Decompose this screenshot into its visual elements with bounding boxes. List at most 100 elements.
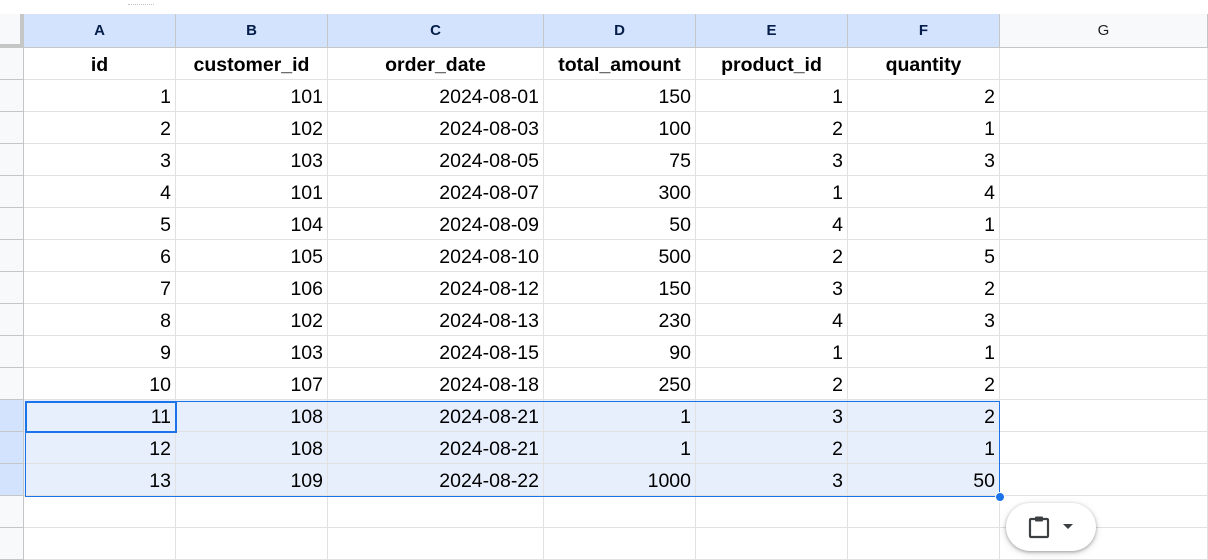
row-header-12[interactable] bbox=[0, 400, 24, 432]
cell[interactable]: 1000 bbox=[544, 464, 696, 496]
cell[interactable]: 3 bbox=[848, 304, 1000, 336]
row-header-9[interactable] bbox=[0, 304, 24, 336]
cell[interactable]: 1 bbox=[848, 336, 1000, 368]
fill-handle[interactable] bbox=[995, 492, 1005, 502]
cell[interactable]: 108 bbox=[176, 400, 328, 432]
cell[interactable]: 2024-08-05 bbox=[328, 144, 544, 176]
cell[interactable]: 102 bbox=[176, 112, 328, 144]
cell[interactable]: 3 bbox=[696, 400, 848, 432]
cell[interactable]: 1 bbox=[544, 432, 696, 464]
cell[interactable]: 230 bbox=[544, 304, 696, 336]
empty-cell[interactable] bbox=[1000, 368, 1208, 400]
cell[interactable]: 2 bbox=[24, 112, 176, 144]
cell[interactable]: 1 bbox=[544, 400, 696, 432]
cell[interactable]: 12 bbox=[24, 432, 176, 464]
empty-cell[interactable] bbox=[696, 528, 848, 560]
cell[interactable]: 109 bbox=[176, 464, 328, 496]
cell[interactable]: 1 bbox=[848, 432, 1000, 464]
column-header-a[interactable]: A bbox=[24, 14, 176, 48]
cell[interactable]: 1 bbox=[696, 176, 848, 208]
row-header-2[interactable] bbox=[0, 80, 24, 112]
cell[interactable]: 4 bbox=[848, 176, 1000, 208]
cell[interactable]: 2024-08-21 bbox=[328, 432, 544, 464]
column-header-c[interactable]: C bbox=[328, 14, 544, 48]
empty-cell[interactable] bbox=[848, 528, 1000, 560]
paste-options-button[interactable] bbox=[1006, 503, 1096, 551]
empty-cell[interactable] bbox=[176, 528, 328, 560]
cell[interactable]: 100 bbox=[544, 112, 696, 144]
cell[interactable]: 2024-08-10 bbox=[328, 240, 544, 272]
cell[interactable]: 9 bbox=[24, 336, 176, 368]
empty-cell[interactable] bbox=[1000, 464, 1208, 496]
cell[interactable]: 50 bbox=[848, 464, 1000, 496]
cell[interactable]: total_amount bbox=[544, 48, 696, 80]
cell[interactable]: 1 bbox=[696, 336, 848, 368]
row-header-10[interactable] bbox=[0, 336, 24, 368]
cell[interactable]: 1 bbox=[848, 112, 1000, 144]
empty-cell[interactable] bbox=[1000, 336, 1208, 368]
cell[interactable]: 2 bbox=[848, 272, 1000, 304]
cell[interactable]: 2024-08-03 bbox=[328, 112, 544, 144]
cell[interactable]: 500 bbox=[544, 240, 696, 272]
column-header-e[interactable]: E bbox=[696, 14, 848, 48]
empty-cell[interactable] bbox=[544, 528, 696, 560]
cell[interactable]: 2024-08-07 bbox=[328, 176, 544, 208]
empty-cell[interactable] bbox=[848, 496, 1000, 528]
cell[interactable]: 5 bbox=[848, 240, 1000, 272]
cell[interactable]: 2 bbox=[696, 432, 848, 464]
empty-cell[interactable] bbox=[1000, 176, 1208, 208]
cell[interactable]: 2024-08-15 bbox=[328, 336, 544, 368]
cell[interactable]: 3 bbox=[848, 144, 1000, 176]
cell[interactable]: 103 bbox=[176, 144, 328, 176]
cell[interactable]: 104 bbox=[176, 208, 328, 240]
cell[interactable]: 250 bbox=[544, 368, 696, 400]
row-header-15[interactable] bbox=[0, 496, 24, 528]
cell[interactable]: 300 bbox=[544, 176, 696, 208]
column-header-g[interactable]: G bbox=[1000, 14, 1208, 48]
row-header-4[interactable] bbox=[0, 144, 24, 176]
empty-cell[interactable] bbox=[544, 496, 696, 528]
cell[interactable]: 6 bbox=[24, 240, 176, 272]
column-header-d[interactable]: D bbox=[544, 14, 696, 48]
cell[interactable]: 7 bbox=[24, 272, 176, 304]
empty-cell[interactable] bbox=[1000, 48, 1208, 80]
empty-cell[interactable] bbox=[1000, 112, 1208, 144]
row-header-3[interactable] bbox=[0, 112, 24, 144]
cell[interactable]: 3 bbox=[24, 144, 176, 176]
empty-cell[interactable] bbox=[1000, 80, 1208, 112]
cell[interactable]: 4 bbox=[24, 176, 176, 208]
cell[interactable]: 2 bbox=[848, 368, 1000, 400]
cell[interactable]: 2024-08-09 bbox=[328, 208, 544, 240]
cell[interactable]: order_date bbox=[328, 48, 544, 80]
cell[interactable]: 150 bbox=[544, 80, 696, 112]
cell[interactable]: 1 bbox=[696, 80, 848, 112]
cell[interactable]: 2024-08-18 bbox=[328, 368, 544, 400]
empty-cell[interactable] bbox=[1000, 144, 1208, 176]
cell[interactable]: 1 bbox=[848, 208, 1000, 240]
empty-cell[interactable] bbox=[328, 528, 544, 560]
cell[interactable]: customer_id bbox=[176, 48, 328, 80]
cell[interactable]: 75 bbox=[544, 144, 696, 176]
cell[interactable]: 2 bbox=[696, 240, 848, 272]
cell[interactable]: 103 bbox=[176, 336, 328, 368]
cell[interactable]: quantity bbox=[848, 48, 1000, 80]
cell[interactable]: 2 bbox=[848, 400, 1000, 432]
cell[interactable]: 2024-08-22 bbox=[328, 464, 544, 496]
cell[interactable]: 2024-08-13 bbox=[328, 304, 544, 336]
cell[interactable]: 50 bbox=[544, 208, 696, 240]
cell[interactable]: 1 bbox=[24, 80, 176, 112]
cell[interactable]: 2024-08-01 bbox=[328, 80, 544, 112]
cell[interactable]: product_id bbox=[696, 48, 848, 80]
row-header-7[interactable] bbox=[0, 240, 24, 272]
cell[interactable]: 106 bbox=[176, 272, 328, 304]
empty-cell[interactable] bbox=[24, 496, 176, 528]
cell[interactable]: 101 bbox=[176, 176, 328, 208]
empty-cell[interactable] bbox=[1000, 208, 1208, 240]
row-header-8[interactable] bbox=[0, 272, 24, 304]
select-all-corner[interactable] bbox=[0, 14, 24, 48]
row-header-5[interactable] bbox=[0, 176, 24, 208]
empty-cell[interactable] bbox=[696, 496, 848, 528]
row-header-14[interactable] bbox=[0, 464, 24, 496]
row-header-6[interactable] bbox=[0, 208, 24, 240]
cell[interactable]: 13 bbox=[24, 464, 176, 496]
